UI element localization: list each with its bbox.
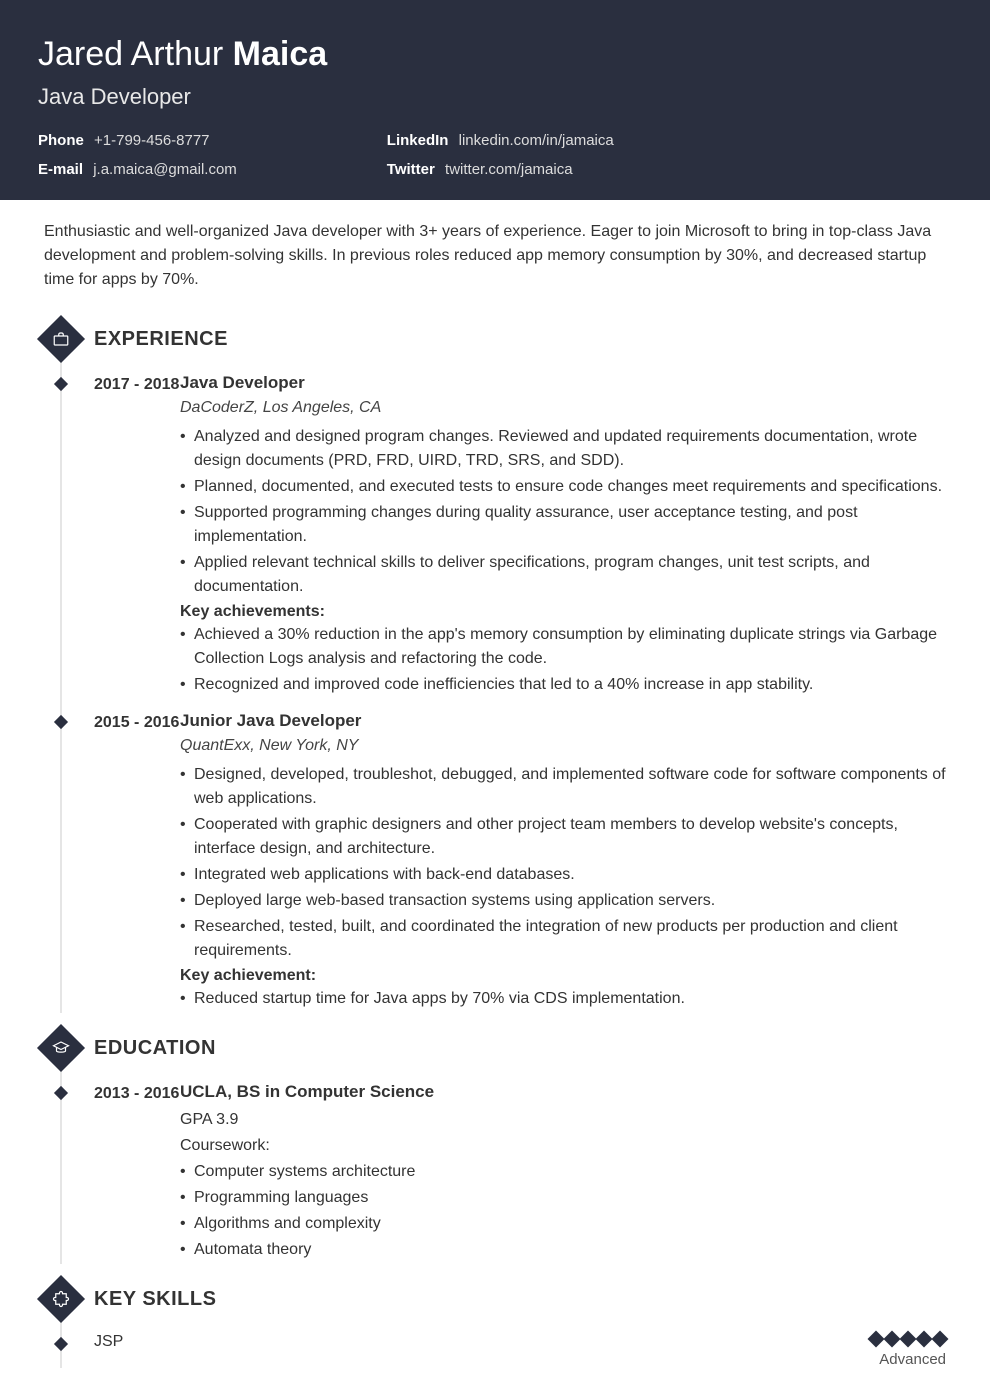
phone-value: +1-799-456-8777 — [94, 132, 210, 149]
list-item: Computer systems architecture — [180, 1160, 946, 1184]
summary-paragraph: Enthusiastic and well-organized Java dev… — [0, 200, 990, 304]
list-item: Achieved a 30% reduction in the app's me… — [180, 623, 946, 671]
twitter-label: Twitter — [387, 161, 435, 178]
skills-heading-text: KEY SKILLS — [94, 1288, 216, 1310]
linkedin-value: linkedin.com/in/jamaica — [459, 132, 614, 149]
entry-body: Junior Java Developer QuantExx, New York… — [180, 711, 946, 1013]
twitter-value: twitter.com/jamaica — [445, 161, 573, 178]
list-item: Integrated web applications with back-en… — [180, 863, 946, 887]
entry-body: Java Developer DaCoderZ, Los Angeles, CA… — [180, 373, 946, 699]
email-label: E-mail — [38, 161, 83, 178]
skill-entry: JSP Advanced — [94, 1333, 946, 1368]
achievements-heading: Key achievement: — [180, 967, 946, 985]
list-item: Planned, documented, and executed tests … — [180, 475, 946, 499]
timeline-marker-icon — [54, 377, 68, 391]
list-item: Analyzed and designed program changes. R… — [180, 425, 946, 473]
diamond-icon — [900, 1331, 917, 1348]
email-value: j.a.maica@gmail.com — [93, 161, 237, 178]
entry-dates: 2013 - 2016 — [94, 1082, 180, 1264]
degree-title: UCLA, BS in Computer Science — [180, 1082, 946, 1102]
timeline-marker-icon — [54, 1086, 68, 1100]
coursework-label: Coursework: — [180, 1134, 946, 1158]
list-item: Deployed large web-based transaction sys… — [180, 889, 946, 913]
section-education: EDUCATION 2013 - 2016 UCLA, BS in Comput… — [0, 1031, 990, 1264]
section-experience: EXPERIENCE 2017 - 2018 Java Developer Da… — [0, 322, 990, 1013]
contact-twitter: Twitter twitter.com/jamaica — [387, 161, 614, 178]
contact-column-left: Phone +1-799-456-8777 E-mail j.a.maica@g… — [38, 132, 237, 178]
section-skills: KEY SKILLS JSP Advanced — [0, 1282, 990, 1368]
list-item: Automata theory — [180, 1238, 946, 1262]
linkedin-label: LinkedIn — [387, 132, 449, 149]
experience-entry: 2017 - 2018 Java Developer DaCoderZ, Los… — [94, 373, 946, 699]
timeline-line — [60, 1047, 62, 1264]
entry-dates: 2015 - 2016 — [94, 711, 180, 1013]
timeline-line — [60, 338, 62, 1013]
contact-email: E-mail j.a.maica@gmail.com — [38, 161, 237, 178]
job-title-line: Java Developer — [38, 84, 952, 110]
list-item: Programming languages — [180, 1186, 946, 1210]
resume-header: Jared Arthur Maica Java Developer Phone … — [0, 0, 990, 200]
briefcase-icon — [37, 315, 85, 363]
diamond-icon — [932, 1331, 949, 1348]
skill-rating: Advanced — [870, 1333, 946, 1368]
entry-body: UCLA, BS in Computer Science GPA 3.9 Cou… — [180, 1082, 946, 1264]
responsibilities-list: Designed, developed, troubleshot, debugg… — [180, 763, 946, 963]
company-name: DaCoderZ, Los Angeles, CA — [180, 399, 946, 417]
list-item: Recognized and improved code inefficienc… — [180, 673, 946, 697]
list-item: Cooperated with graphic designers and ot… — [180, 813, 946, 861]
responsibilities-list: Analyzed and designed program changes. R… — [180, 425, 946, 599]
skill-level-label: Advanced — [870, 1351, 946, 1368]
experience-heading: EXPERIENCE — [94, 322, 946, 361]
diamond-icon — [868, 1331, 885, 1348]
company-name: QuantExx, New York, NY — [180, 737, 946, 755]
contact-linkedin: LinkedIn linkedin.com/in/jamaica — [387, 132, 614, 149]
rating-diamonds — [870, 1333, 946, 1345]
skills-heading: KEY SKILLS — [94, 1282, 946, 1321]
diamond-icon — [884, 1331, 901, 1348]
skill-name: JSP — [94, 1333, 123, 1351]
full-name: Jared Arthur Maica — [38, 35, 952, 74]
list-item: Algorithms and complexity — [180, 1212, 946, 1236]
coursework-list: Computer systems architecture Programmin… — [180, 1160, 946, 1262]
achievements-list: Achieved a 30% reduction in the app's me… — [180, 623, 946, 697]
graduation-cap-icon — [37, 1024, 85, 1072]
gpa-line: GPA 3.9 — [180, 1108, 946, 1132]
timeline-marker-icon — [54, 1337, 68, 1351]
list-item: Applied relevant technical skills to del… — [180, 551, 946, 599]
list-item: Reduced startup time for Java apps by 70… — [180, 987, 946, 1011]
contact-column-right: LinkedIn linkedin.com/in/jamaica Twitter… — [387, 132, 614, 178]
timeline-marker-icon — [54, 715, 68, 729]
list-item: Supported programming changes during qua… — [180, 501, 946, 549]
education-heading: EDUCATION — [94, 1031, 946, 1070]
achievements-heading: Key achievements: — [180, 603, 946, 621]
experience-heading-text: EXPERIENCE — [94, 328, 228, 350]
education-heading-text: EDUCATION — [94, 1037, 216, 1059]
first-middle-name: Jared Arthur — [38, 35, 233, 73]
job-title: Java Developer — [180, 373, 946, 393]
job-title: Junior Java Developer — [180, 711, 946, 731]
list-item: Researched, tested, built, and coordinat… — [180, 915, 946, 963]
phone-label: Phone — [38, 132, 84, 149]
list-item: Designed, developed, troubleshot, debugg… — [180, 763, 946, 811]
achievements-list: Reduced startup time for Java apps by 70… — [180, 987, 946, 1011]
education-entry: 2013 - 2016 UCLA, BS in Computer Science… — [94, 1082, 946, 1264]
contact-phone: Phone +1-799-456-8777 — [38, 132, 237, 149]
puzzle-icon — [37, 1275, 85, 1323]
last-name: Maica — [233, 35, 328, 73]
entry-dates: 2017 - 2018 — [94, 373, 180, 699]
experience-entry: 2015 - 2016 Junior Java Developer QuantE… — [94, 711, 946, 1013]
diamond-icon — [916, 1331, 933, 1348]
contact-block: Phone +1-799-456-8777 E-mail j.a.maica@g… — [38, 132, 952, 178]
